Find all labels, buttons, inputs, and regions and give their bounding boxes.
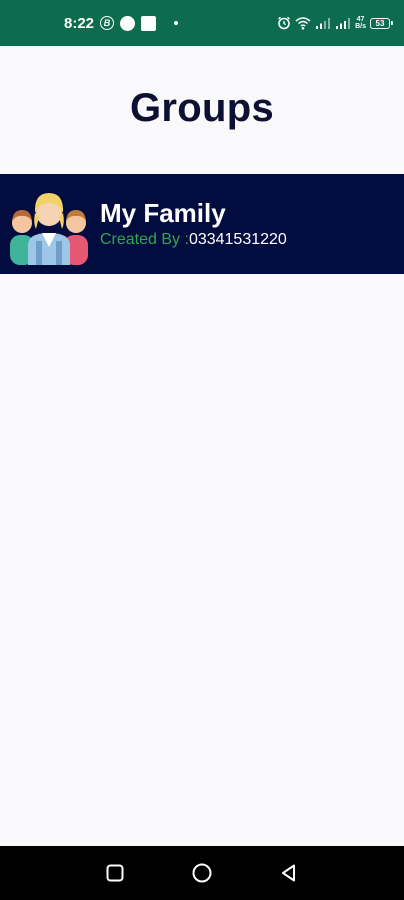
family-group-icon	[10, 193, 88, 265]
square-icon	[106, 864, 124, 882]
screen: 8:22 B 47 B/s 53 Groups My Family Create…	[0, 0, 404, 900]
alarm-icon	[278, 16, 291, 30]
b-circle-icon: B	[100, 16, 115, 30]
group-name: My Family	[100, 198, 226, 228]
circle-icon	[192, 863, 212, 883]
wifi-icon	[295, 17, 311, 30]
group-created-by: Created By :03341531220	[100, 230, 287, 250]
navigation-bar	[0, 846, 404, 900]
network-speed: 47 B/s	[355, 16, 366, 30]
battery-icon: 53	[370, 17, 393, 29]
group-text: My Family Created By :03341531220	[100, 198, 287, 250]
status-right: 47 B/s 53	[277, 16, 393, 30]
page-title: Groups	[129, 86, 275, 130]
more-notifications-dot-icon	[174, 21, 179, 25]
network-speed-value: 47	[356, 16, 365, 23]
status-time: 8:22	[64, 14, 95, 32]
network-speed-unit: B/s	[355, 23, 366, 30]
battery-level: 53	[375, 18, 385, 28]
home-button[interactable]	[189, 860, 215, 886]
notification-square-icon	[141, 15, 157, 31]
group-list-item[interactable]: My Family Created By :03341531220	[0, 174, 404, 274]
recents-button[interactable]	[102, 860, 128, 886]
status-bar: 8:22 B 47 B/s 53	[0, 0, 404, 46]
back-button[interactable]	[276, 860, 302, 886]
notification-circle-icon	[120, 15, 136, 31]
created-by-label: Created By :	[100, 231, 189, 248]
status-left: 8:22 B	[64, 14, 179, 32]
triangle-back-icon	[281, 864, 295, 882]
signal-1-icon	[316, 18, 331, 29]
created-by-value: 03341531220	[188, 231, 287, 248]
signal-2-icon	[336, 18, 351, 29]
